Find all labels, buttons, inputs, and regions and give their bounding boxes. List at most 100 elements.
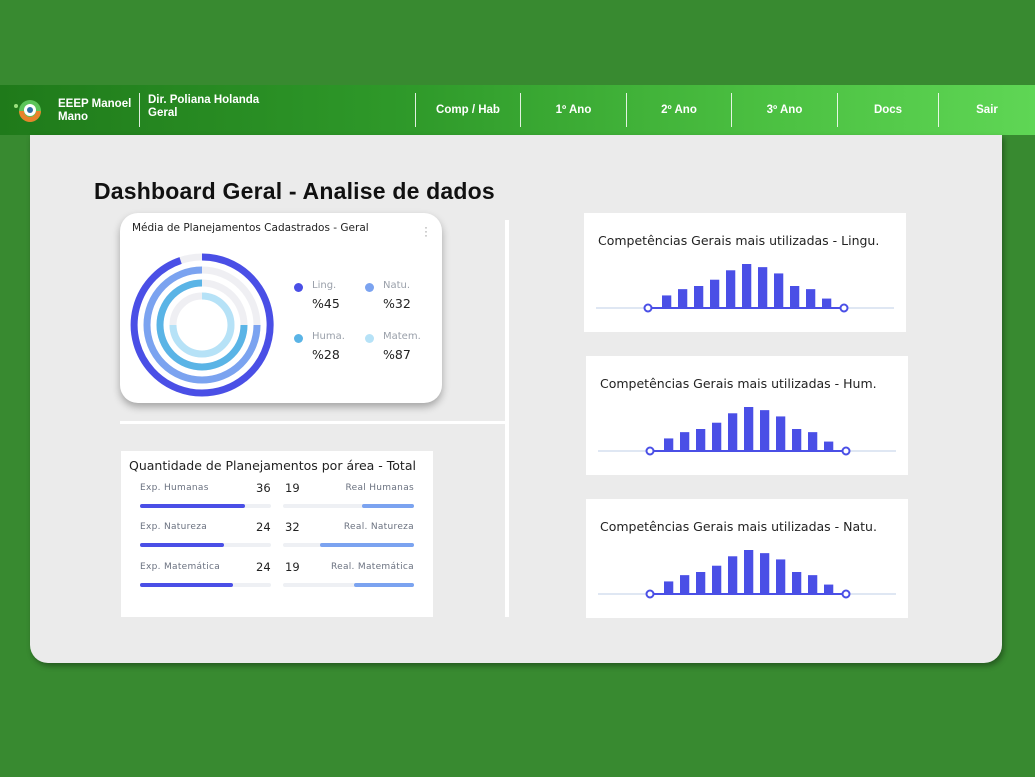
card-title: Quantidade de Planejamentos por área - T… [129, 458, 416, 473]
exp-progress-fill [140, 504, 245, 508]
legend-dot-ling [294, 283, 303, 292]
real-value: 19 [285, 481, 300, 495]
chart-bar [696, 429, 706, 451]
card-title: Competências Gerais mais utilizadas - Na… [600, 519, 877, 534]
chart-bar [712, 565, 722, 594]
plans-by-area-card: Quantidade de Planejamentos por área - T… [121, 451, 433, 617]
average-plans-card: Média de Planejamentos Cadastrados - Ger… [120, 213, 442, 403]
chart-bar [808, 432, 818, 451]
chart-bar [664, 581, 674, 594]
chart-bar [774, 273, 784, 308]
director-name: Dir. Poliana Holanda Geral [148, 94, 260, 119]
top-navbar: EEEP Manoel Mano Dir. Poliana Holanda Ge… [0, 85, 1035, 135]
chart-bar [808, 575, 818, 594]
exp-value: 24 [256, 520, 271, 534]
nav-2-ano[interactable]: 2º Ano [627, 85, 731, 135]
chart-bar [824, 584, 834, 594]
exp-progress-fill [140, 583, 233, 587]
chart-bar [760, 553, 770, 594]
nav-sair[interactable]: Sair [939, 85, 1035, 135]
legend-value-matem: %87 [383, 347, 411, 362]
real-progress-bar [283, 583, 414, 587]
legend-value-natu: %32 [383, 296, 411, 311]
exp-progress-bar [140, 504, 271, 508]
real-value: 19 [285, 560, 300, 574]
chart-bar [678, 289, 688, 308]
chart-bar [712, 422, 722, 451]
chart-start-marker [645, 589, 655, 599]
chart-bar [694, 286, 704, 308]
exp-progress-bar [140, 583, 271, 587]
exp-value: 24 [256, 560, 271, 574]
chart-end-marker [841, 589, 851, 599]
real-progress-bar [283, 543, 414, 547]
nav-comp-hab[interactable]: Comp / Hab [416, 85, 520, 135]
card-title: Competências Gerais mais utilizadas - Hu… [600, 376, 877, 391]
exp-label: Exp. Matemática [140, 562, 221, 572]
competencias-bar-chart [596, 264, 894, 313]
chart-bar [680, 432, 690, 451]
real-progress-fill [319, 543, 414, 547]
radial-chart [130, 253, 274, 397]
chart-bar [824, 441, 834, 451]
page-title: Dashboard Geral - Analise de dados [94, 178, 495, 204]
chart-end-marker [841, 446, 851, 456]
real-label: Real Humanas [345, 483, 414, 493]
real-progress-fill [353, 583, 414, 587]
competencias-bar-chart [598, 550, 896, 599]
legend-dot-natu [365, 283, 374, 292]
chart-bar [776, 559, 786, 594]
chart-bar [710, 279, 720, 308]
chart-bar [792, 572, 802, 594]
more-options-icon[interactable]: · · · [424, 221, 428, 241]
legend-label-ling: Ling. [312, 280, 337, 291]
competencias-bar-chart [598, 407, 896, 456]
chart-bar [742, 264, 752, 308]
chart-bar [662, 295, 672, 308]
competencias-natu-card: Competências Gerais mais utilizadas - Na… [586, 499, 908, 618]
exp-progress-bar [140, 543, 271, 547]
chart-bar [776, 416, 786, 451]
real-label: Real. Matemática [330, 562, 414, 572]
chart-bar [790, 286, 800, 308]
chart-bar [806, 289, 816, 308]
legend-value-ling: %45 [312, 296, 340, 311]
competencias-lingu-card: Competências Gerais mais utilizadas - Li… [584, 213, 906, 332]
chart-bar [728, 413, 738, 451]
school-name: EEEP Manoel Mano [58, 98, 132, 123]
header-divider [139, 93, 140, 127]
chart-bar [680, 575, 690, 594]
card-title: Média de Planejamentos Cadastrados - Ger… [132, 222, 369, 234]
card-title: Competências Gerais mais utilizadas - Li… [598, 233, 880, 248]
radial-bar-ling [130, 253, 274, 397]
legend-value-huma: %28 [312, 347, 340, 362]
exp-value: 36 [256, 481, 271, 495]
legend-label-matem: Matem. [383, 331, 421, 342]
exp-progress-fill [140, 543, 224, 547]
chart-bar [726, 270, 736, 308]
real-value: 32 [285, 520, 300, 534]
nav-docs[interactable]: Docs [838, 85, 938, 135]
nav-1-ano[interactable]: 1º Ano [521, 85, 626, 135]
real-progress-fill [361, 504, 414, 508]
vertical-divider [505, 220, 509, 617]
legend-label-huma: Huma. [312, 331, 345, 342]
exp-label: Exp. Natureza [140, 522, 208, 532]
chart-bar [664, 438, 674, 451]
chart-end-marker [839, 303, 849, 313]
chart-bar [744, 407, 754, 451]
competencias-hum-card: Competências Gerais mais utilizadas - Hu… [586, 356, 908, 475]
legend-dot-matem [365, 334, 374, 343]
chart-start-marker [643, 303, 653, 313]
chart-bar [696, 572, 706, 594]
real-progress-bar [283, 504, 414, 508]
chart-bar [792, 429, 802, 451]
legend-label-natu: Natu. [383, 280, 411, 291]
school-logo-icon[interactable] [12, 97, 48, 125]
chart-bar [744, 550, 754, 594]
legend-dot-huma [294, 334, 303, 343]
chart-bar [728, 556, 738, 594]
nav-3-ano[interactable]: 3º Ano [732, 85, 837, 135]
horizontal-divider [120, 421, 506, 424]
chart-start-marker [645, 446, 655, 456]
